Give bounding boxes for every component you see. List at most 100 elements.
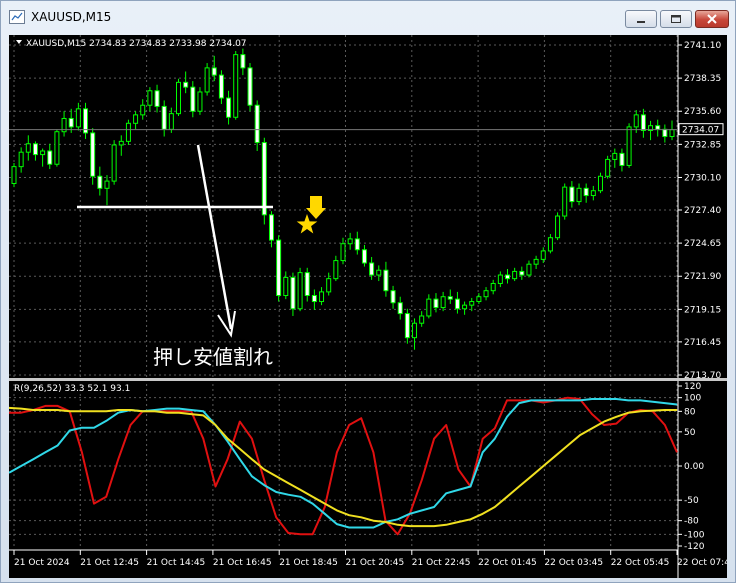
indicator-tick-label: -80 (684, 517, 699, 527)
candle (533, 255, 539, 270)
bear-candle-body (290, 276, 296, 310)
candle (240, 48, 246, 76)
bear-candle-body (361, 249, 367, 264)
bear-candle-body (354, 238, 360, 251)
bull-candle-body (40, 150, 46, 156)
header-dropdown-icon[interactable] (16, 40, 22, 44)
bear-candle-body (640, 114, 646, 132)
bear-candle-body (97, 175, 103, 189)
candle (605, 155, 611, 179)
price-tick-label: 2719.15 (684, 305, 721, 315)
bear-candle-body (619, 152, 625, 166)
candle (75, 102, 81, 131)
trend-arrow-head (217, 310, 236, 338)
bear-candle-body (397, 302, 403, 315)
candle (147, 87, 153, 112)
bear-candle-body (90, 132, 96, 177)
chart-canvas[interactable]: 押し安値割れ XAUUSD,M15 2734.83 2734.83 2733.9… (9, 35, 727, 578)
bear-candle-body (369, 262, 375, 276)
bull-candle-body (419, 315, 425, 324)
bear-candle-body (247, 67, 253, 106)
bull-candle-body (412, 322, 418, 339)
price-axis: 2741.10 2738.35 2735.60 2732.85 2730.10 2727.… (678, 41, 721, 381)
candle (576, 183, 582, 206)
indicator-tick-label: 120 (684, 382, 701, 392)
candle (97, 166, 103, 196)
candle (340, 237, 346, 265)
bear-candle-body (662, 128, 668, 138)
candle (254, 100, 260, 151)
time-tick-label: 21 Oct 2024 (14, 558, 70, 568)
bull-candle-body (626, 126, 632, 166)
price-header: XAUUSD,M15 2734.83 2734.83 2733.98 2734.… (26, 39, 247, 49)
current-price-label: 2734.07 (682, 126, 719, 136)
candle (233, 51, 239, 120)
bull-candle-body (633, 114, 639, 128)
minimize-button[interactable] (625, 10, 657, 28)
candle (304, 267, 310, 302)
bull-candle-body (283, 276, 289, 297)
bull-candle-body (111, 144, 117, 182)
annotation-text: 押し安値割れ (153, 345, 273, 369)
candle (483, 287, 489, 301)
bull-candle-body (118, 140, 124, 146)
price-tick-label: 2724.65 (684, 239, 721, 249)
bear-candle-body (261, 142, 267, 216)
bull-candle-body (18, 151, 24, 168)
price-tick-label: 2727.40 (684, 206, 721, 216)
time-tick-label: 21 Oct 16:45 (213, 558, 272, 568)
candle (655, 119, 661, 137)
candle (183, 71, 189, 94)
bear-candle-body (254, 104, 260, 144)
candle (361, 244, 367, 267)
candle (397, 296, 403, 320)
time-tick-label: 21 Oct 14:45 (147, 558, 206, 568)
indicator-tick-label: 80 (684, 407, 696, 417)
candle (140, 99, 146, 120)
candle (311, 289, 317, 310)
bear-candle-body (218, 74, 224, 99)
candle (190, 81, 196, 118)
close-button[interactable] (695, 10, 729, 28)
candle (462, 301, 468, 315)
price-tick-label: 2716.45 (684, 338, 721, 348)
bear-candle-body (47, 150, 53, 165)
time-tick-label: 21 Oct 20:45 (346, 558, 405, 568)
time-tick-label: 22 Oct 05:45 (611, 558, 670, 568)
terminal-window: XAUUSD,M15 押し安値割れ XAUUSD,M15 2734.83 273… (0, 0, 736, 583)
bull-candle-body (669, 129, 675, 138)
bull-candle-body (347, 238, 353, 245)
bull-candle-body (54, 131, 60, 165)
candle (547, 234, 553, 254)
bull-candle-body (562, 186, 568, 217)
candle (247, 63, 253, 112)
candle (662, 124, 668, 143)
title-bar[interactable]: XAUUSD,M15 (1, 1, 735, 35)
pane-separator[interactable] (9, 378, 727, 381)
maximize-button[interactable] (660, 10, 692, 28)
indicator-tick-label: 100 (684, 394, 701, 404)
candle (426, 294, 432, 319)
candle (347, 232, 353, 250)
bull-candle-body (605, 158, 611, 177)
candle (619, 148, 625, 172)
candle (476, 293, 482, 304)
bull-candle-body (204, 67, 210, 93)
candle (161, 100, 167, 137)
time-axis: 21 Oct 2024 21 Oct 12:45 21 Oct 14:45 21 Oc… (13, 550, 727, 568)
sell-arrow-icon (306, 196, 326, 219)
candle (404, 308, 410, 344)
chart-area[interactable]: 押し安値割れ XAUUSD,M15 2734.83 2734.83 2733.9… (9, 35, 727, 578)
candle (354, 231, 360, 255)
time-tick-label: 22 Oct 03:45 (544, 558, 603, 568)
bull-candle-body (462, 304, 468, 310)
candle (226, 90, 232, 125)
candle (376, 265, 382, 282)
candle (40, 148, 46, 167)
bear-candle-body (211, 67, 217, 76)
candle (90, 128, 96, 185)
candle (218, 70, 224, 105)
trend-arrow-shaft[interactable] (196, 144, 233, 330)
bull-candle-body (612, 152, 618, 160)
candle (118, 135, 124, 156)
